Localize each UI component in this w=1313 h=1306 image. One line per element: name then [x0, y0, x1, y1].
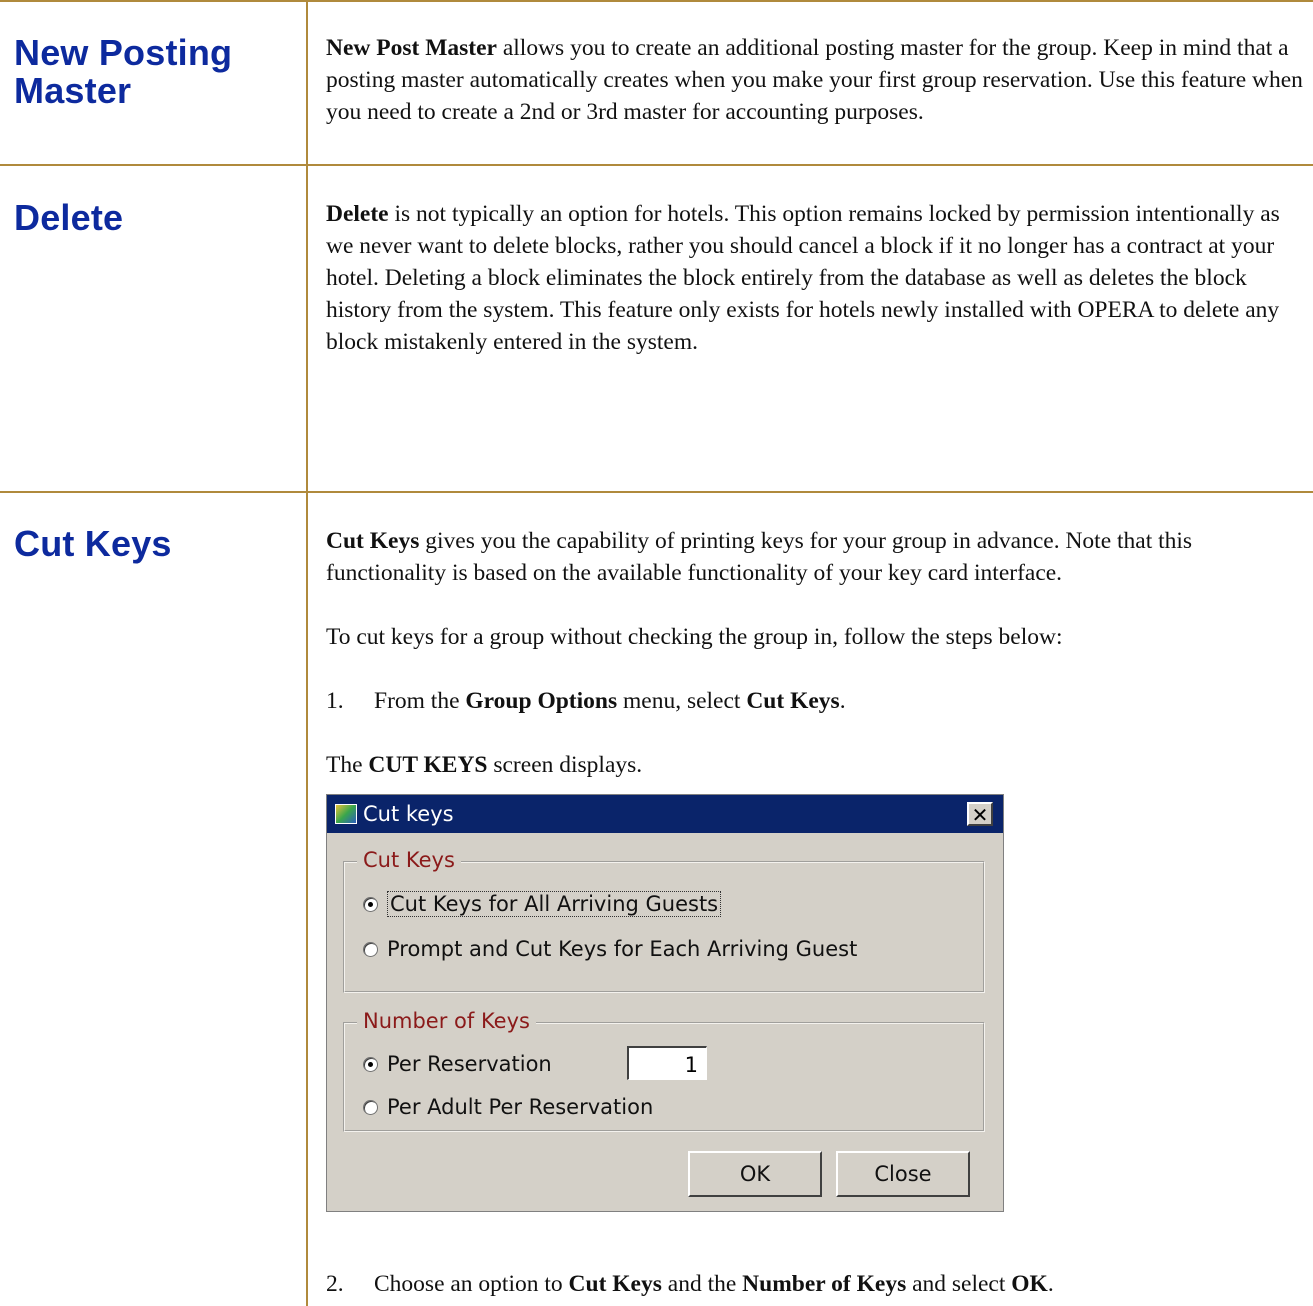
option-all-arriving[interactable]: Cut Keys for All Arriving Guests: [363, 891, 722, 917]
table-rule: [0, 491, 1313, 493]
close-button[interactable]: Close: [836, 1151, 970, 1197]
term: Delete: [326, 201, 389, 227]
radio-icon[interactable]: [363, 941, 378, 957]
option-per-reservation[interactable]: Per Reservation: [363, 1052, 552, 1076]
paragraph: New Post Master allows you to create an …: [326, 32, 1311, 128]
option-each-arriving[interactable]: Prompt and Cut Keys for Each Arriving Gu…: [363, 937, 857, 961]
step-1: 1. From the Group Options menu, select Cu…: [326, 685, 1311, 717]
cut-keys-group: Cut Keys Cut Keys for All Arriving Guest…: [343, 848, 985, 993]
dialog-title: Cut keys: [363, 802, 454, 826]
step-bold: OK: [1011, 1271, 1048, 1297]
table-rule: [0, 0, 1313, 2]
paragraph: Delete is not typically an option for ho…: [326, 198, 1311, 358]
step-text: .: [839, 688, 846, 714]
intro-paragraph: To cut keys for a group without checking…: [326, 624, 1063, 650]
step-bold: Cut Keys: [746, 688, 840, 714]
keys-per-reservation-input[interactable]: [627, 1046, 707, 1080]
step-text: and select: [906, 1271, 1012, 1297]
option-label: Per Adult Per Reservation: [387, 1095, 654, 1119]
section-body-cut-keys: Cut Keys gives you the capability of pri…: [326, 525, 1311, 781]
column-divider: [306, 0, 308, 1306]
section-body-new-posting-master: New Post Master allows you to create an …: [326, 32, 1311, 128]
note-text: screen displays.: [487, 752, 643, 778]
step-bold: Group Options: [465, 688, 618, 714]
note-bold: CUT KEYS: [368, 752, 488, 778]
section-body-delete: Delete is not typically an option for ho…: [326, 198, 1311, 358]
step-text: Choose an option to: [374, 1271, 569, 1297]
step-number: 2.: [326, 1271, 344, 1297]
ok-button[interactable]: OK: [688, 1151, 822, 1197]
description: gives you the capability of printing key…: [326, 528, 1193, 586]
close-icon[interactable]: ✕: [967, 802, 993, 827]
paragraph: Cut Keys gives you the capability of pri…: [326, 525, 1311, 589]
heading-line: Master: [14, 70, 132, 111]
screen-note: The CUT KEYS screen displays.: [326, 749, 1311, 781]
number-of-keys-group: Number of Keys Per Reservation Per Adult…: [343, 1009, 985, 1132]
step-2: 2. Choose an option to Cut Keys and the N…: [326, 1268, 1311, 1300]
section-heading-new-posting-master: New Posting Master: [14, 34, 232, 110]
step-number: 1.: [326, 688, 344, 714]
step-bold: Cut Keys: [568, 1271, 662, 1297]
app-icon: [335, 804, 357, 824]
step-bold: Number of Keys: [742, 1271, 907, 1297]
step-text: .: [1047, 1271, 1054, 1297]
step-text: and the: [661, 1271, 743, 1297]
term: New Post Master: [326, 35, 497, 61]
heading-line: New Posting: [14, 32, 233, 73]
radio-icon[interactable]: [363, 1099, 378, 1115]
cut-keys-dialog: Cut keys ✕ Cut Keys Cut Keys for All Arr…: [326, 794, 1004, 1212]
group-label-cut-keys: Cut Keys: [357, 848, 461, 872]
option-per-adult[interactable]: Per Adult Per Reservation: [363, 1095, 653, 1119]
step-text: menu, select: [617, 688, 747, 714]
step-2-container: 2. Choose an option to Cut Keys and the N…: [326, 1268, 1311, 1300]
option-label: Cut Keys for All Arriving Guests: [387, 891, 722, 917]
option-label: Prompt and Cut Keys for Each Arriving Gu…: [387, 937, 858, 961]
note-text: The: [326, 752, 369, 778]
section-heading-cut-keys: Cut Keys: [14, 523, 172, 564]
group-label-number-of-keys: Number of Keys: [357, 1009, 536, 1033]
radio-selected-icon[interactable]: [363, 1056, 378, 1072]
radio-selected-icon[interactable]: [363, 896, 378, 912]
term: Cut Keys: [326, 528, 420, 554]
table-rule: [0, 164, 1313, 166]
step-text: From the: [374, 688, 466, 714]
section-heading-delete: Delete: [14, 197, 124, 238]
description: is not typically an option for hotels. T…: [326, 201, 1280, 355]
option-label: Per Reservation: [387, 1052, 552, 1076]
dialog-titlebar: Cut keys ✕: [327, 795, 1003, 833]
